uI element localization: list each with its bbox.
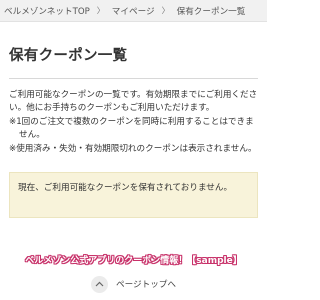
page-top-button[interactable]: ページトップへ	[91, 275, 176, 293]
page-top-label: ページトップへ	[116, 280, 176, 290]
main-content: 保有クーポン一覧 ご利用可能なクーポンの一覧です。有効期限までにご利用ください。…	[0, 44, 267, 219]
title-divider	[9, 78, 258, 79]
breadcrumb-current: 保有クーポン一覧	[176, 6, 246, 17]
breadcrumb: ベルメゾンネットTOP 〉 マイページ 〉 保有クーポン一覧	[0, 0, 267, 22]
chevron-up-icon	[91, 275, 108, 293]
overlay-caption: ベルメゾン公式アプリのクーポン情報！【sample】	[25, 256, 242, 266]
breadcrumb-link-top[interactable]: ベルメゾンネットTOP	[4, 5, 90, 17]
footer: ページトップへ	[0, 268, 267, 300]
page-title: 保有クーポン一覧	[9, 48, 128, 64]
no-coupon-notice: 現在、ご利用可能なクーポンを保有されておりません。	[9, 172, 258, 219]
breadcrumb-separator: 〉	[161, 6, 170, 15]
description-note-single-use: ※1回のご注文で複数のクーポンを同時に利用することはできません。	[9, 116, 254, 141]
no-coupon-notice-text: 現在、ご利用可能なクーポンを保有されておりません。	[18, 183, 233, 194]
coupon-description: ご利用可能なクーポンの一覧です。有効期限までにご利用ください。他にお手持ちのクー…	[9, 89, 258, 156]
breadcrumb-separator: 〉	[96, 6, 105, 15]
breadcrumb-link-mypage[interactable]: マイページ	[112, 5, 155, 17]
description-intro: ご利用可能なクーポンの一覧です。有効期限までにご利用ください。他にお手持ちのクー…	[9, 90, 258, 114]
description-note-hidden: ※使用済み・失効・有効期限切れのクーポンは表示されません。	[9, 143, 257, 154]
